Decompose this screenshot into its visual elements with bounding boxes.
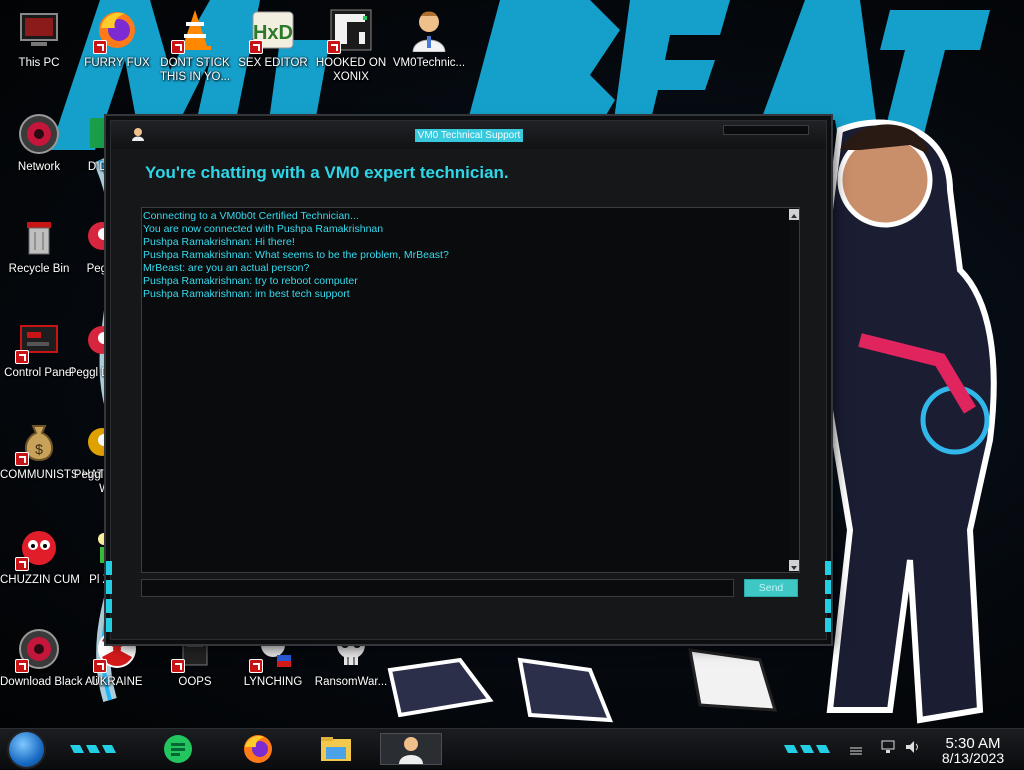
shortcut-arrow-icon (327, 40, 341, 54)
desktop-icon-peggle-de[interactable]: Peggl De (60, 318, 116, 380)
shortcut-arrow-icon (93, 659, 107, 673)
taskbar-app-vm0-support[interactable] (380, 733, 442, 765)
chuzzle-icon (15, 525, 61, 571)
shortcut-arrow-icon (171, 659, 185, 673)
xonix-game-icon (327, 8, 373, 54)
chat-message: Connecting to a VM0b0t Certified Technic… (143, 210, 359, 222)
vlc-cone-icon (171, 8, 217, 54)
file-explorer-icon (321, 737, 351, 761)
app-icon (131, 127, 145, 141)
shortcut-arrow-icon (15, 557, 29, 571)
shortcut-arrow-icon (171, 40, 185, 54)
transcript-scrollbar[interactable] (789, 208, 799, 572)
desktop-icon-dont-stick[interactable]: DONT STICK THIS IN YO... (156, 8, 234, 84)
title-bar-ornament (723, 125, 809, 135)
taskbar-app-firefox[interactable] (240, 733, 276, 765)
desktop-icon-label: RansomWar... (314, 676, 388, 688)
taskbar-app-file-explorer[interactable] (318, 733, 354, 765)
shortcut-arrow-icon (249, 659, 263, 673)
desktop-icon-sex-editor[interactable]: HxD SEX EDITOR (234, 8, 312, 70)
taskbar (0, 728, 1024, 769)
chat-message: Pushpa Ramakrishnan: What seems to be th… (143, 249, 449, 261)
vm0-support-icon (399, 737, 423, 764)
shortcut-arrow-icon (15, 659, 29, 673)
desktop-icon-furry-fux[interactable]: FURRY FUX (78, 8, 156, 70)
desktop-icon-label: HOOKED ON XONIX (315, 57, 387, 83)
message-input[interactable] (141, 579, 734, 597)
desktop-icon-this-pc[interactable]: This PC (0, 8, 78, 70)
money-bag-icon: $ (15, 420, 61, 466)
shortcut-arrow-icon (93, 40, 107, 54)
desktop-icon-label: SEX EDITOR (238, 57, 308, 69)
vm0-support-window[interactable]: VM0 Technical Support You're chatting wi… (106, 120, 831, 640)
peggle-icon (66, 318, 116, 362)
desktop-icon-label: FURRY FUX (84, 57, 150, 69)
scroll-down-button[interactable] (789, 560, 799, 571)
desktop-icon-label: UKRAINE (91, 676, 143, 688)
desktop-icon-label: DONT STICK THIS IN YO... (159, 57, 231, 83)
recycle-bin-icon (17, 214, 61, 258)
desktop-icon-label: Peggl of Wa (73, 469, 116, 495)
desktop-icon-download-black[interactable]: Download Black Ali... (0, 627, 108, 689)
desktop-icon-label: VM0Technic... (392, 57, 466, 69)
shortcut-arrow-icon (15, 350, 29, 364)
doctor-icon (407, 8, 451, 53)
start-button[interactable] (9, 732, 44, 767)
desktop-icon-peggle-wa[interactable]: Peggl of Wa (60, 420, 116, 496)
desktop-icon-label: Peggl De (68, 367, 116, 379)
peggle-icon (66, 420, 116, 464)
window-side-lights-right (825, 561, 831, 637)
firefox-icon (93, 8, 139, 54)
desktop-icon-label: D DU (87, 161, 116, 173)
chat-heading: You're chatting with a VM0 expert techni… (145, 163, 509, 182)
scroll-up-button[interactable] (789, 209, 799, 220)
chat-message: MrBeast: are you an actual person? (143, 262, 310, 274)
desktop-icon-partial-du[interactable]: D DU (60, 112, 116, 174)
desktop-icon-peggle[interactable]: Peggl (60, 214, 116, 276)
chat-transcript[interactable]: Connecting to a VM0b0t Certified Technic… (141, 207, 800, 573)
desktop-icon-label: Download Black Ali... (0, 676, 108, 688)
desktop-icon-label: OOPS (178, 676, 212, 688)
shortcut-arrow-icon (15, 452, 29, 466)
plants-icon (66, 525, 110, 569)
chat-message: Pushpa Ramakrishnan: try to reboot compu… (143, 275, 358, 287)
desktop-icon-hooked-on-xonix[interactable]: HOOKED ON XONIX (312, 8, 390, 84)
firefox-icon (244, 735, 272, 763)
volume-icon[interactable] (904, 739, 922, 755)
chat-message: Pushpa Ramakrishnan: im best tech suppor… (143, 288, 350, 300)
chat-message: You are now connected with Pushpa Ramakr… (143, 223, 384, 235)
window-title-bar[interactable]: VM0 Technical Support (111, 121, 826, 149)
desktop-icon-label: LYNCHING (243, 676, 303, 688)
shortcut-arrow-icon (249, 40, 263, 54)
chat-message: Pushpa Ramakrishnan: Hi there! (143, 236, 295, 248)
network-icon (17, 112, 61, 156)
download-icon (15, 627, 61, 673)
taskbar-ornament-right (784, 740, 830, 753)
desktop-icon-label: This PC (18, 57, 60, 69)
pc-icon (17, 8, 61, 52)
notification-chevron-icon[interactable] (848, 743, 864, 755)
partial-icon (66, 112, 110, 156)
desktop-icon-vm0-technician[interactable]: VM0Technic... (390, 8, 468, 70)
peggle-icon (66, 214, 116, 258)
svg-text:$: $ (35, 441, 43, 457)
network-tray-icon[interactable] (880, 739, 896, 755)
window-title: VM0 Technical Support (415, 129, 523, 142)
window-side-lights-left (106, 561, 112, 637)
send-button[interactable]: Send (744, 579, 798, 597)
messaging-app-icon (164, 735, 192, 763)
hxd-editor-icon: HxD (249, 8, 295, 54)
taskbar-app-messaging[interactable] (160, 733, 196, 765)
control-panel-icon (15, 318, 61, 364)
clock-date[interactable]: 8/13/2023 (934, 750, 1012, 766)
taskbar-ornament-left (70, 740, 116, 753)
desktop-icon-label: Peggl (86, 263, 116, 275)
